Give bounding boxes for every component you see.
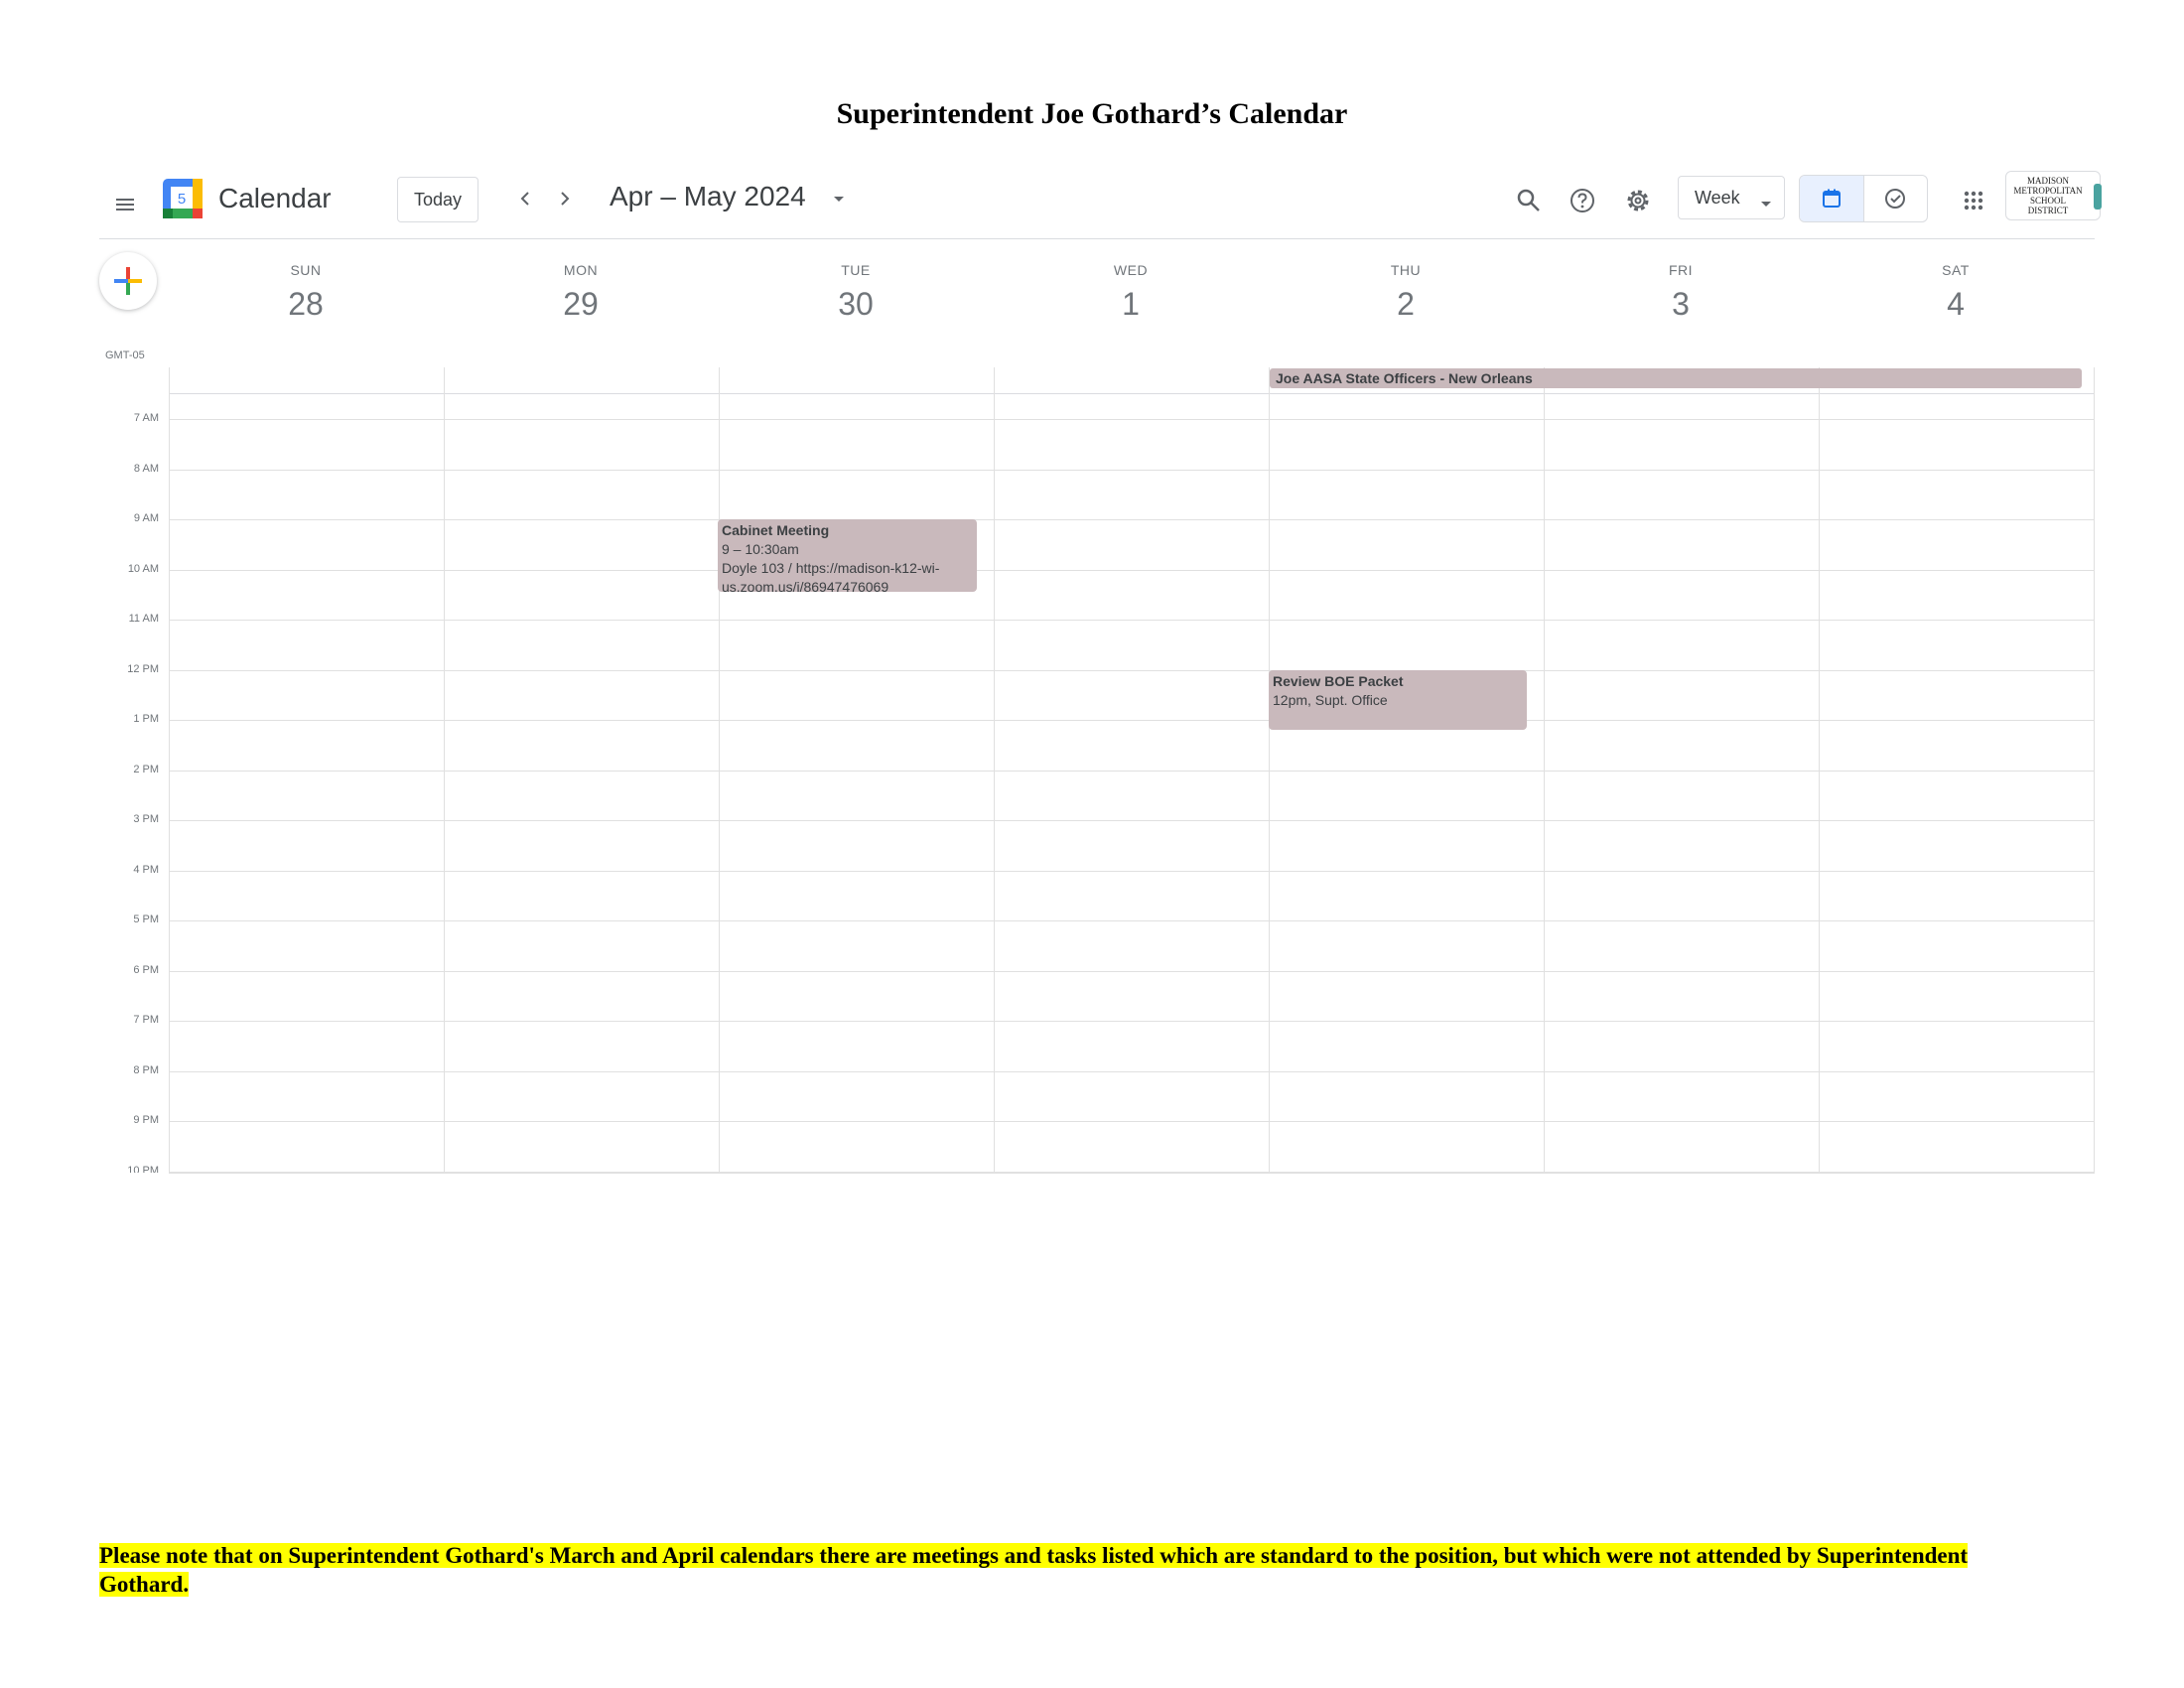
svg-text:5: 5 xyxy=(178,191,186,208)
hour-label: 6 PM xyxy=(133,963,159,976)
document-title: Superintendent Joe Gothard’s Calendar xyxy=(836,97,1348,130)
day-number[interactable]: 28 xyxy=(169,286,443,323)
organization-logo-mark xyxy=(2094,184,2102,210)
today-button[interactable]: Today xyxy=(397,177,478,222)
hour-gridline xyxy=(169,519,2095,520)
view-select[interactable]: Week xyxy=(1678,176,1785,219)
day-number[interactable]: 3 xyxy=(1544,286,1818,323)
hour-gridline xyxy=(169,870,2095,872)
footer-note-text: Please note that on Superintendent Gotha… xyxy=(99,1543,1969,1597)
help-icon[interactable] xyxy=(1563,181,1602,220)
hour-gridline xyxy=(169,770,2095,772)
hour-gridline xyxy=(169,920,2095,921)
calendar-logo-icon: 5 xyxy=(163,179,203,218)
all-day-event[interactable]: Joe AASA State Officers - New Orleans xyxy=(1270,368,2082,388)
day-of-week: SUN xyxy=(290,262,322,278)
organization-logo[interactable]: MADISON METROPOLITAN SCHOOL DISTRICT xyxy=(2005,171,2102,220)
event-time: 12pm, Supt. Office xyxy=(1273,692,1388,708)
event-title: Review BOE Packet xyxy=(1273,673,1404,689)
hour-gridline xyxy=(169,669,2095,671)
day-header-thu[interactable]: THU 2 xyxy=(1269,262,1543,323)
date-range-label[interactable]: Apr – May 2024 xyxy=(610,181,806,212)
check-circle-icon xyxy=(1885,189,1906,209)
hour-label: 7 AM xyxy=(133,412,159,424)
apps-grid-icon[interactable] xyxy=(1954,181,1993,220)
top-bar: 5 Calendar Today Apr – May 2024 Week MAD… xyxy=(99,171,2102,239)
hour-gridline xyxy=(169,970,2095,972)
hour-label: 9 PM xyxy=(133,1114,159,1126)
footer-note: Please note that on Superintendent Gotha… xyxy=(99,1541,1985,1599)
day-header-wed[interactable]: WED 1 xyxy=(994,262,1268,323)
caret-down-icon[interactable] xyxy=(824,185,854,214)
day-of-week: WED xyxy=(1113,262,1149,278)
hour-label: 1 PM xyxy=(133,713,159,725)
search-icon[interactable] xyxy=(1509,181,1549,220)
hour-gridline xyxy=(169,720,2095,721)
day-header-fri[interactable]: FRI 3 xyxy=(1544,262,1818,323)
day-of-week: THU xyxy=(1390,262,1422,278)
hour-label: 11 AM xyxy=(128,613,159,625)
grid-bottom-line xyxy=(169,1173,2095,1174)
hour-gridline xyxy=(169,620,2095,621)
day-number[interactable]: 29 xyxy=(444,286,718,323)
hour-label: 8 PM xyxy=(133,1063,159,1076)
day-number[interactable]: 1 xyxy=(994,286,1268,323)
all-day-separator xyxy=(169,393,2095,394)
day-of-week: FRI xyxy=(1668,262,1694,278)
hour-label: 10 PM xyxy=(127,1164,159,1173)
calendar-app: 5 Calendar Today Apr – May 2024 Week MAD… xyxy=(99,171,2102,1174)
day-number[interactable]: 4 xyxy=(1819,286,2093,323)
app-brand-name: Calendar xyxy=(218,183,332,213)
hour-gridline xyxy=(169,820,2095,821)
hour-label: 8 AM xyxy=(133,462,159,475)
day-number[interactable]: 2 xyxy=(1269,286,1543,323)
calendar-tasks-toggle xyxy=(1799,175,1928,222)
event-title: Cabinet Meeting xyxy=(722,522,830,538)
tasks-view-toggle[interactable] xyxy=(1864,176,1928,221)
hour-gridline xyxy=(169,419,2095,420)
chevron-left-icon[interactable] xyxy=(508,179,542,218)
gear-icon[interactable] xyxy=(1618,181,1658,220)
day-of-week: TUE xyxy=(841,262,871,278)
hour-label: 7 PM xyxy=(133,1014,159,1026)
hour-label: 5 PM xyxy=(133,914,159,925)
hour-label: 12 PM xyxy=(127,662,159,675)
hamburger-menu-icon[interactable] xyxy=(105,185,145,224)
caret-down-icon xyxy=(1760,193,1772,213)
create-button[interactable] xyxy=(99,252,157,310)
hour-label: 9 AM xyxy=(133,512,159,524)
plus-icon xyxy=(114,267,142,295)
hour-gridline xyxy=(169,469,2095,471)
timezone-label: GMT-05 xyxy=(105,350,145,361)
day-header-sat[interactable]: SAT 4 xyxy=(1819,262,2093,323)
event-location: Doyle 103 / https://madison-k12-wi-us.zo… xyxy=(722,560,940,592)
hour-label: 4 PM xyxy=(133,863,159,876)
hour-label: 3 PM xyxy=(133,813,159,825)
calendar-view-toggle[interactable] xyxy=(1800,176,1864,221)
week-grid[interactable] xyxy=(169,367,2095,1174)
event-review-boe-packet[interactable]: Review BOE Packet 12pm, Supt. Office xyxy=(1269,670,1527,730)
calendar-icon xyxy=(1822,189,1841,208)
day-header-sun[interactable]: SUN 28 xyxy=(169,262,443,323)
day-number[interactable]: 30 xyxy=(719,286,993,323)
view-select-label: Week xyxy=(1695,187,1740,208)
day-header-tue[interactable]: TUE 30 xyxy=(719,262,993,323)
hour-label: 2 PM xyxy=(133,763,159,775)
day-of-week: SAT xyxy=(1942,262,1970,278)
event-cabinet-meeting[interactable]: Cabinet Meeting 9 – 10:30am Doyle 103 / … xyxy=(718,519,977,592)
organization-logo-text: MADISON METROPOLITAN SCHOOL DISTRICT xyxy=(2013,176,2083,215)
hour-gridline xyxy=(169,1121,2095,1122)
hour-gridline xyxy=(169,569,2095,571)
day-of-week: MON xyxy=(563,262,599,278)
event-time: 9 – 10:30am xyxy=(722,541,799,557)
day-header-mon[interactable]: MON 29 xyxy=(444,262,718,323)
chevron-right-icon[interactable] xyxy=(548,179,582,218)
hour-gridline xyxy=(169,1070,2095,1072)
hour-label: 10 AM xyxy=(127,562,159,575)
hour-gridline xyxy=(169,1021,2095,1022)
